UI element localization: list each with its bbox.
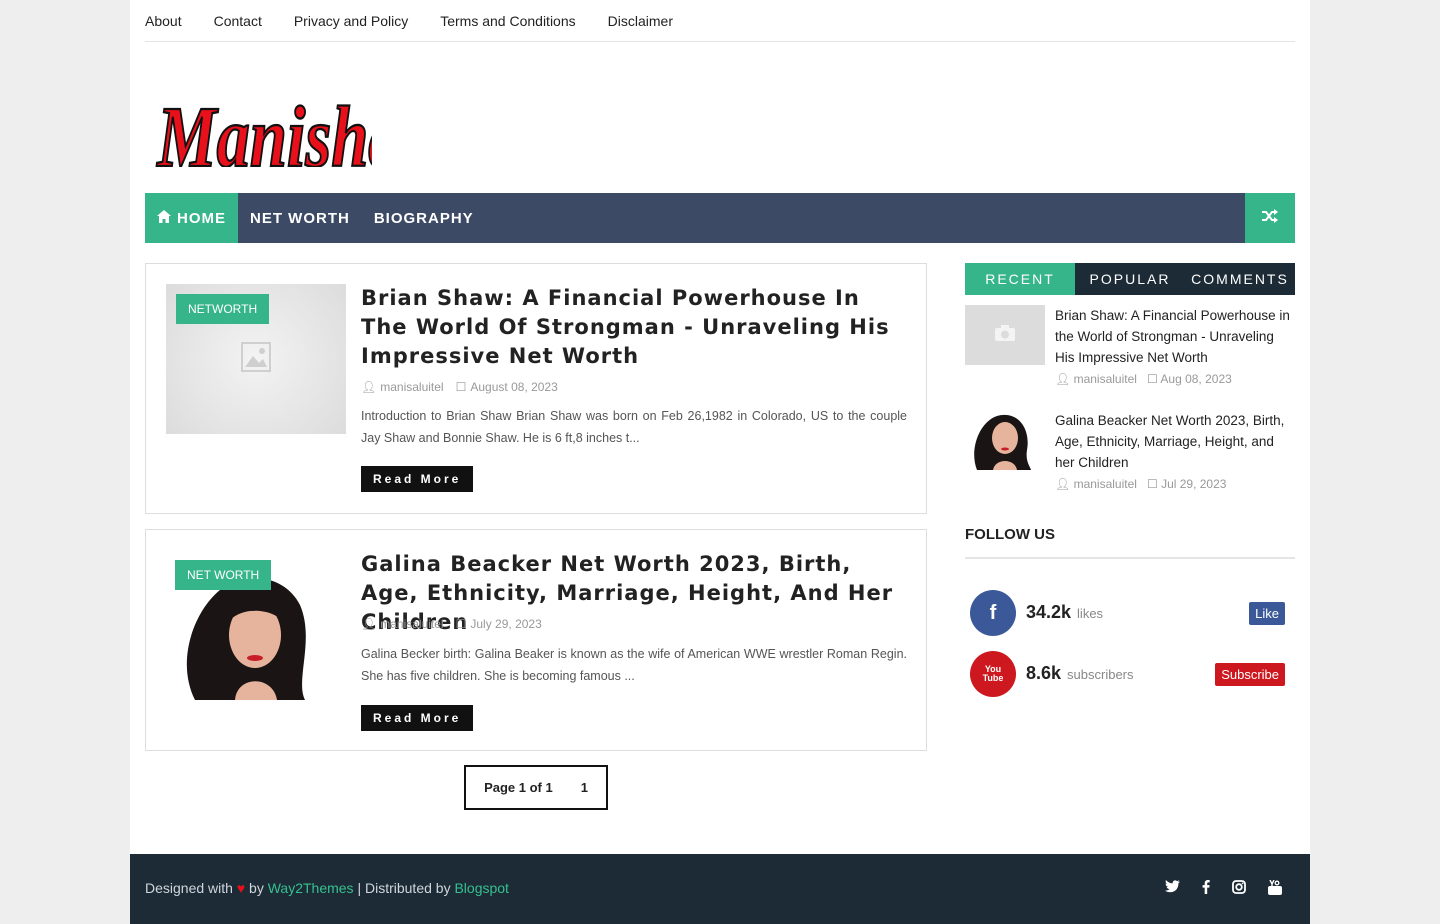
post-thumbnail[interactable]: NETWORTH bbox=[166, 284, 346, 434]
tab-comments[interactable]: Comments bbox=[1185, 263, 1295, 295]
tab-popular[interactable]: Popular bbox=[1075, 263, 1185, 295]
top-nav: About Contact Privacy and Policy Terms a… bbox=[145, 0, 1295, 42]
recent-post-meta: 👤︎ manisaluitel ☐ Jul 29, 2023 bbox=[1055, 477, 1226, 491]
sidebar-tabs: Recent Popular Comments bbox=[965, 263, 1295, 295]
post-card: NETWORTH Brian Shaw: A Financial Powerho… bbox=[145, 263, 927, 514]
calendar-icon: ☐ bbox=[455, 617, 467, 631]
blogspot-link[interactable]: Blogspot bbox=[454, 880, 508, 896]
footer-distributed-text: | Distributed by bbox=[357, 880, 451, 896]
youtube-icon[interactable]: You Tube bbox=[970, 651, 1016, 697]
nav-home-label: HOME bbox=[177, 209, 226, 227]
nav-home[interactable]: HOME bbox=[145, 193, 238, 243]
calendar-icon: ☐ bbox=[1146, 372, 1158, 386]
camera-icon bbox=[994, 324, 1016, 347]
recent-post-author[interactable]: manisaluitel bbox=[1074, 477, 1137, 491]
post-date: July 29, 2023 bbox=[470, 617, 542, 631]
recent-post-thumbnail[interactable] bbox=[965, 410, 1045, 470]
main-nav: HOME NET WORTH BIOGRAPHY bbox=[145, 193, 1295, 243]
post-meta: 👤︎ manisaluitel ☐ July 29, 2023 bbox=[361, 617, 542, 631]
recent-post-date: Aug 08, 2023 bbox=[1160, 372, 1232, 386]
post-author[interactable]: manisaluitel bbox=[380, 380, 443, 394]
youtube-unit: subscribers bbox=[1067, 667, 1134, 682]
svg-text:Manisha: Manisha bbox=[156, 88, 372, 167]
youtube-icon[interactable] bbox=[1268, 879, 1282, 898]
recent-post-meta: 👤︎ manisaluitel ☐ Aug 08, 2023 bbox=[1055, 372, 1232, 386]
recent-post-date: Jul 29, 2023 bbox=[1161, 477, 1227, 491]
post-date: August 08, 2023 bbox=[470, 380, 558, 394]
post-label[interactable]: NETWORTH bbox=[176, 294, 270, 324]
facebook-icon[interactable] bbox=[1202, 880, 1210, 898]
way2themes-link[interactable]: Way2Themes bbox=[268, 880, 354, 896]
recent-post-item: Galina Beacker Net Worth 2023, Birth, Ag… bbox=[965, 410, 1295, 500]
post-label[interactable]: NET WORTH bbox=[175, 560, 272, 590]
user-icon: 👤︎ bbox=[361, 380, 377, 394]
top-nav-privacy[interactable]: Privacy and Policy bbox=[294, 13, 408, 29]
facebook-icon[interactable]: f bbox=[970, 590, 1016, 636]
page-summary: Page 1 of 1 bbox=[484, 780, 553, 795]
social-facebook: f 34.2k likes Like bbox=[965, 588, 1295, 638]
footer-social-icons bbox=[1165, 879, 1282, 898]
social-youtube: You Tube 8.6k subscribers Subscribe bbox=[965, 649, 1295, 699]
site-logo[interactable]: Manisha bbox=[152, 62, 403, 186]
twitter-icon[interactable] bbox=[1165, 880, 1180, 898]
top-nav-disclaimer[interactable]: Disclaimer bbox=[608, 13, 673, 29]
post-excerpt: Introduction to Brian Shaw Brian Shaw wa… bbox=[361, 409, 907, 445]
post-thumbnail[interactable]: NET WORTH bbox=[175, 550, 335, 700]
nav-biography[interactable]: BIOGRAPHY bbox=[362, 193, 486, 243]
page-number-current[interactable]: 1 bbox=[581, 780, 588, 795]
random-icon bbox=[1262, 208, 1278, 228]
recent-post-title[interactable]: Brian Shaw: A Financial Powerhouse in th… bbox=[1055, 305, 1295, 368]
recent-post-item: Brian Shaw: A Financial Powerhouse in th… bbox=[965, 305, 1295, 395]
youtube-count: 8.6k bbox=[1026, 663, 1062, 683]
youtube-subscribe-button[interactable]: Subscribe bbox=[1215, 663, 1285, 686]
user-icon: 👤︎ bbox=[1055, 477, 1071, 491]
facebook-count: 34.2k bbox=[1026, 602, 1072, 622]
recent-post-thumbnail[interactable] bbox=[965, 305, 1045, 365]
read-more-button[interactable]: Read More bbox=[361, 466, 474, 492]
instagram-icon[interactable] bbox=[1232, 880, 1246, 898]
facebook-like-button[interactable]: Like bbox=[1249, 602, 1285, 625]
calendar-icon: ☐ bbox=[1146, 477, 1158, 491]
image-placeholder-icon bbox=[241, 341, 271, 377]
post-meta: 👤︎ manisaluitel ☐ August 08, 2023 bbox=[361, 380, 558, 394]
user-icon: 👤︎ bbox=[361, 617, 377, 631]
post-excerpt: Galina Becker birth: Galina Beaker is kn… bbox=[361, 647, 907, 683]
follow-us-heading: FOLLOW US bbox=[965, 526, 1295, 559]
site-footer: Designed with ♥ by Way2Themes | Distribu… bbox=[130, 854, 1310, 924]
post-title[interactable]: Brian Shaw: A Financial Powerhouse In Th… bbox=[361, 284, 911, 371]
recent-post-title[interactable]: Galina Beacker Net Worth 2023, Birth, Ag… bbox=[1055, 410, 1295, 473]
footer-designed-text: Designed with bbox=[145, 880, 233, 896]
recent-post-author[interactable]: manisaluitel bbox=[1074, 372, 1137, 386]
tab-recent[interactable]: Recent bbox=[965, 263, 1075, 295]
page-wrapper: About Contact Privacy and Policy Terms a… bbox=[130, 0, 1310, 924]
calendar-icon: ☐ bbox=[455, 380, 467, 394]
user-icon: 👤︎ bbox=[1055, 372, 1071, 386]
home-icon bbox=[157, 209, 171, 227]
post-author[interactable]: manisaluitel bbox=[380, 617, 443, 631]
top-nav-terms[interactable]: Terms and Conditions bbox=[440, 13, 575, 29]
top-nav-about[interactable]: About bbox=[145, 13, 182, 29]
post-card: NET WORTH Galina Beacker Net Worth 2023,… bbox=[145, 529, 927, 751]
footer-by-text: by bbox=[249, 880, 264, 896]
top-nav-contact[interactable]: Contact bbox=[214, 13, 262, 29]
portrait-photo bbox=[974, 414, 1031, 470]
nav-net-worth[interactable]: NET WORTH bbox=[238, 193, 362, 243]
heart-icon: ♥ bbox=[236, 880, 246, 896]
pagination: Page 1 of 1 1 bbox=[464, 765, 608, 810]
facebook-unit: likes bbox=[1077, 606, 1104, 621]
random-post-button[interactable] bbox=[1245, 193, 1295, 243]
footer-credits: Designed with ♥ by Way2Themes | Distribu… bbox=[145, 880, 509, 896]
read-more-button[interactable]: Read More bbox=[361, 705, 474, 731]
